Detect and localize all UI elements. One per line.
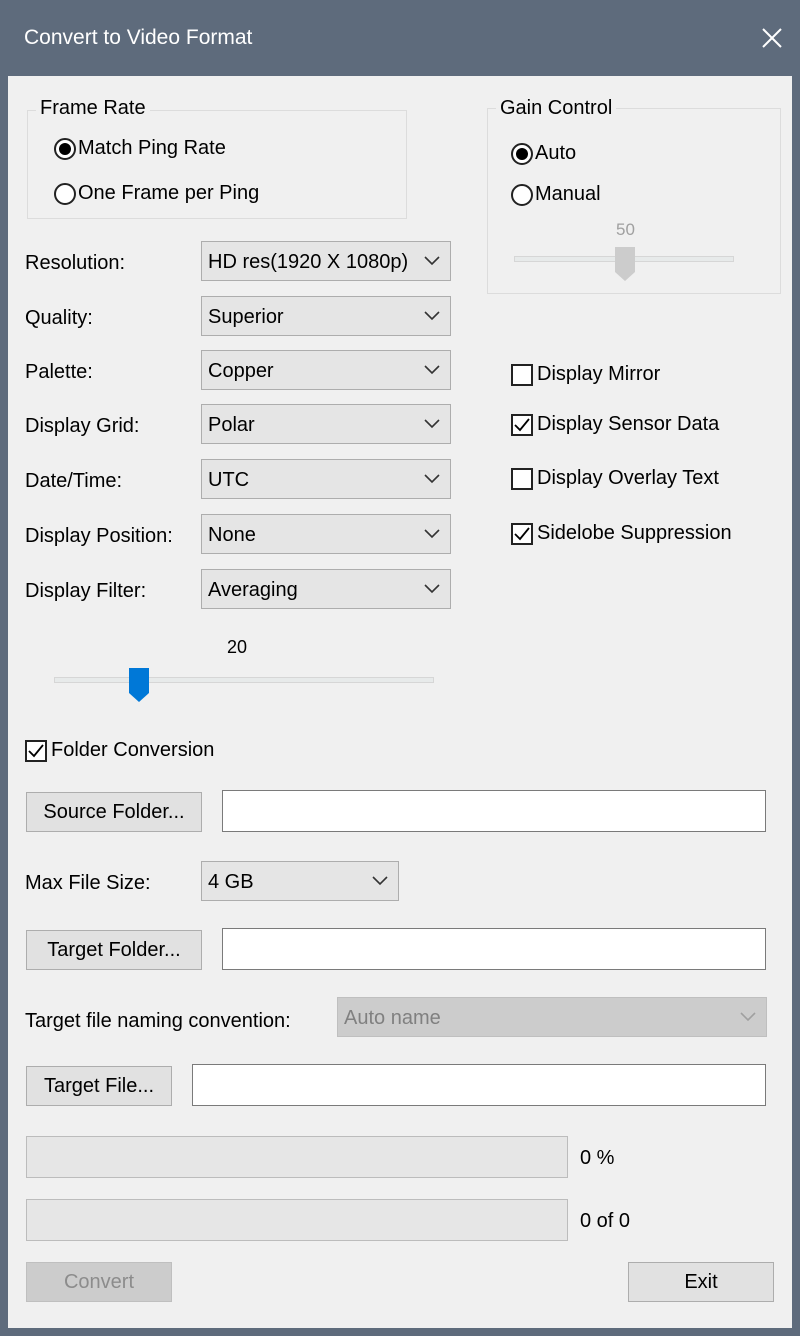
- checkbox-box: [511, 522, 533, 545]
- window-title: Convert to Video Format: [24, 26, 253, 49]
- display-overlay-text-checkbox[interactable]: Display Overlay Text: [511, 467, 719, 490]
- checkmark-icon: [514, 417, 530, 431]
- source-folder-button-label: Source Folder...: [43, 800, 185, 823]
- display-filter-label: Display Filter:: [25, 580, 147, 602]
- chevron-down-icon: [424, 365, 440, 375]
- display-position-value: None: [208, 524, 256, 546]
- window-frame-right: [792, 76, 800, 1336]
- radio-circle: [511, 183, 533, 206]
- overall-progress-bar: [26, 1136, 568, 1178]
- gain-slider-thumb: [615, 247, 635, 281]
- radio-dot: [59, 142, 71, 155]
- chevron-down-icon: [424, 584, 440, 594]
- convert-button-label: Convert: [63, 1270, 135, 1293]
- convert-button[interactable]: Convert: [26, 1262, 172, 1302]
- match-ping-rate-label: Match Ping Rate: [78, 137, 226, 159]
- gain-slider-value: 50: [616, 220, 635, 239]
- naming-convention-label: Target file naming convention:: [25, 1010, 291, 1032]
- display-position-label: Display Position:: [25, 525, 173, 547]
- radio-circle: [54, 182, 76, 205]
- target-folder-button[interactable]: Target Folder...: [26, 930, 202, 970]
- quality-label: Quality:: [25, 307, 93, 329]
- resolution-label: Resolution:: [25, 252, 126, 274]
- chevron-down-icon: [372, 876, 388, 886]
- palette-label: Palette:: [25, 361, 93, 383]
- quality-value: Superior: [208, 306, 284, 328]
- target-folder-button-label: Target Folder...: [47, 938, 181, 961]
- display-grid-combo[interactable]: Polar: [201, 404, 451, 444]
- title-bar: Convert to Video Format: [0, 0, 800, 76]
- sidelobe-suppression-label: Sidelobe Suppression: [537, 522, 732, 544]
- max-file-size-combo[interactable]: 4 GB: [201, 861, 399, 901]
- one-frame-per-ping-radio[interactable]: One Frame per Ping: [54, 182, 259, 205]
- one-frame-per-ping-label: One Frame per Ping: [78, 182, 260, 204]
- max-file-size-value: 4 GB: [208, 871, 254, 893]
- palette-value: Copper: [208, 360, 274, 382]
- radio-circle: [54, 137, 76, 160]
- folder-conversion-checkbox[interactable]: Folder Conversion: [25, 739, 214, 762]
- sidelobe-suppression-checkbox[interactable]: Sidelobe Suppression: [511, 522, 732, 545]
- quality-combo[interactable]: Superior: [201, 296, 451, 336]
- frame-rate-title: Frame Rate: [36, 97, 150, 120]
- gain-manual-label: Manual: [535, 183, 601, 205]
- gain-manual-radio[interactable]: Manual: [511, 183, 601, 206]
- folder-conversion-label: Folder Conversion: [51, 739, 215, 761]
- chevron-down-icon: [424, 529, 440, 539]
- display-sensor-data-label: Display Sensor Data: [537, 413, 720, 435]
- checkbox-box: [511, 363, 533, 386]
- display-mirror-label: Display Mirror: [537, 363, 661, 385]
- gain-control-title: Gain Control: [496, 97, 617, 120]
- display-sensor-data-checkbox[interactable]: Display Sensor Data: [511, 413, 719, 436]
- filter-slider-value: 20: [227, 637, 248, 657]
- naming-convention-combo[interactable]: Auto name: [337, 997, 767, 1037]
- exit-button[interactable]: Exit: [628, 1262, 774, 1302]
- resolution-value: HD res(1920 X 1080p): [208, 251, 409, 273]
- max-file-size-label: Max File Size:: [25, 872, 151, 894]
- exit-button-label: Exit: [684, 1270, 718, 1293]
- display-position-combo[interactable]: None: [201, 514, 451, 554]
- checkbox-box: [25, 739, 47, 762]
- palette-combo[interactable]: Copper: [201, 350, 451, 390]
- checkmark-icon: [514, 526, 530, 540]
- target-folder-input[interactable]: [222, 928, 766, 970]
- date-time-value: UTC: [208, 469, 250, 491]
- checkbox-box: [511, 467, 533, 490]
- match-ping-rate-radio[interactable]: Match Ping Rate: [54, 137, 226, 160]
- filter-slider-thumb[interactable]: [128, 667, 150, 703]
- chevron-down-icon: [740, 1012, 756, 1022]
- radio-circle: [511, 142, 533, 165]
- file-count-progress-bar: [26, 1199, 568, 1241]
- overall-progress-text: 0 %: [580, 1147, 615, 1169]
- gain-auto-radio[interactable]: Auto: [511, 142, 576, 165]
- chevron-down-icon: [424, 474, 440, 484]
- window-frame-left: [0, 76, 8, 1336]
- checkmark-icon: [28, 743, 44, 757]
- resolution-combo[interactable]: HD res(1920 X 1080p): [201, 241, 451, 281]
- display-filter-value: Averaging: [208, 579, 298, 601]
- display-grid-label: Display Grid:: [25, 415, 140, 437]
- close-icon[interactable]: [752, 18, 792, 58]
- chevron-down-icon: [424, 311, 440, 321]
- date-time-combo[interactable]: UTC: [201, 459, 451, 499]
- window-frame-bottom: [0, 1328, 800, 1336]
- file-count-text: 0 of 0: [580, 1210, 631, 1232]
- date-time-label: Date/Time:: [25, 470, 123, 492]
- display-grid-value: Polar: [208, 414, 255, 436]
- display-mirror-checkbox[interactable]: Display Mirror: [511, 363, 660, 386]
- display-overlay-text-label: Display Overlay Text: [537, 467, 719, 489]
- checkbox-box: [511, 413, 533, 436]
- source-folder-button[interactable]: Source Folder...: [26, 792, 202, 832]
- chevron-down-icon: [424, 419, 440, 429]
- source-folder-input[interactable]: [222, 790, 766, 832]
- target-file-button[interactable]: Target File...: [26, 1066, 172, 1106]
- filter-slider-track: [54, 677, 434, 683]
- display-filter-combo[interactable]: Averaging: [201, 569, 451, 609]
- gain-auto-label: Auto: [535, 142, 577, 164]
- naming-convention-value: Auto name: [344, 1007, 441, 1029]
- target-file-button-label: Target File...: [43, 1074, 155, 1097]
- radio-dot: [516, 147, 528, 160]
- chevron-down-icon: [424, 256, 440, 266]
- target-file-input[interactable]: [192, 1064, 766, 1106]
- dialog-body: Frame Rate Match Ping Rate One Frame per…: [8, 76, 792, 1328]
